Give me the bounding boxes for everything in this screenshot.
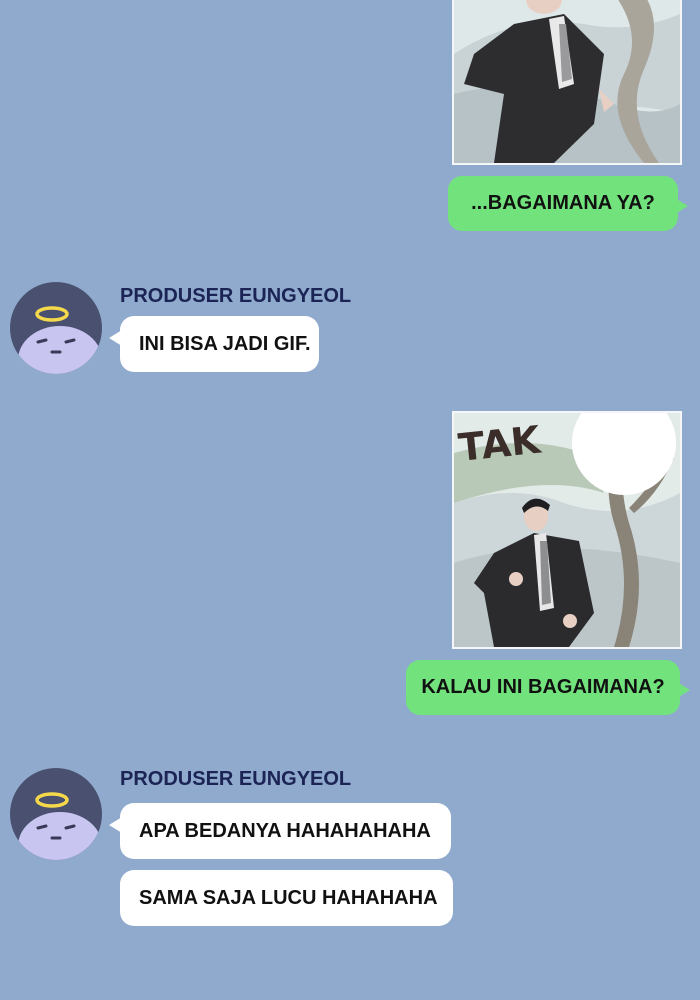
message-bubble-in-1[interactable]: INI BISA JADI GIF. bbox=[109, 316, 319, 372]
photo-man-falling-icon bbox=[454, 0, 680, 163]
message-bubble-in-2[interactable]: APA BEDANYA HAHAHAHAHA bbox=[109, 803, 451, 859]
message-text: APA BEDANYA HAHAHAHAHA bbox=[139, 819, 431, 842]
ghost-angel-avatar-icon bbox=[10, 282, 102, 374]
chat-photo-1[interactable] bbox=[452, 0, 682, 165]
avatar[interactable] bbox=[10, 282, 102, 374]
message-text: KALAU INI BAGAIMANA? bbox=[421, 676, 665, 698]
message-bubble-out-1[interactable]: ...BAGAIMANA YA? bbox=[448, 176, 688, 231]
avatar[interactable] bbox=[10, 768, 102, 860]
message-text: ...BAGAIMANA YA? bbox=[471, 192, 655, 214]
message-bubble-in-3[interactable]: SAMA SAJA LUCU HAHAHAHA bbox=[120, 870, 453, 926]
sender-name: PRODUSER EUNGYEOL bbox=[120, 768, 352, 790]
sender-name: PRODUSER EUNGYEOL bbox=[120, 285, 352, 307]
message-bubble-out-2[interactable]: KALAU INI BAGAIMANA? bbox=[406, 660, 690, 715]
sfx-text: TAK bbox=[456, 417, 544, 469]
ghost-angel-avatar-icon bbox=[10, 768, 102, 860]
message-text: INI BISA JADI GIF. bbox=[139, 332, 311, 355]
photo-man-running-icon: TAK bbox=[454, 413, 680, 647]
chat-photo-2[interactable]: TAK bbox=[452, 411, 682, 649]
message-text: SAMA SAJA LUCU HAHAHAHA bbox=[139, 886, 438, 909]
